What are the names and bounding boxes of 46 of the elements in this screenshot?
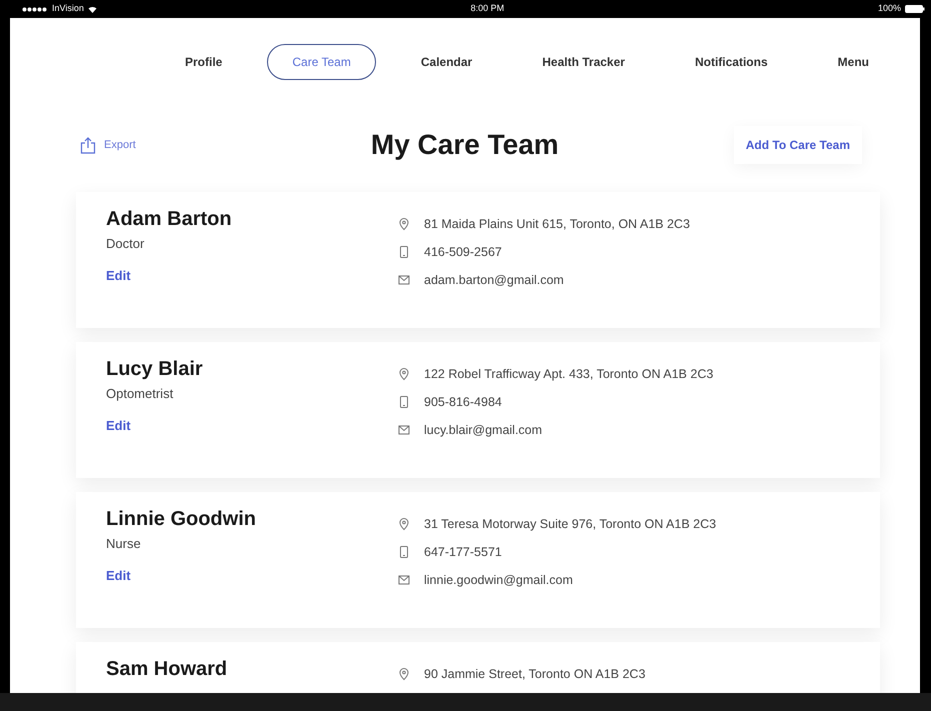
carrier-name: InVision: [52, 2, 84, 16]
contact-phone: 416-509-2567: [424, 244, 502, 261]
nav-tab[interactable]: Calendar: [396, 44, 498, 80]
phone-icon: [398, 395, 410, 409]
contact-name: Adam Barton: [106, 207, 233, 232]
wifi-icon: [88, 6, 97, 12]
contact-name: Sam Howard: [106, 657, 228, 682]
contact-email: lucy.blair@gmail.com: [424, 422, 542, 439]
page-title: My Care Team: [370, 128, 559, 162]
contact-address: 31 Teresa Motorway Suite 976, Toronto ON A1B 2C3: [424, 516, 716, 533]
nav-tab[interactable]: Profile: [160, 44, 248, 80]
clock-time: 8:00 PM: [470, 2, 504, 16]
envelope-icon: [398, 423, 410, 437]
contact-role: Doctor: [106, 235, 146, 253]
share-icon: [80, 136, 96, 154]
contact-name: Lucy Blair: [106, 357, 204, 382]
contact-address: 122 Robel Trafficway Apt. 433, Toronto ON A1B 2C3: [424, 366, 714, 383]
edit-link[interactable]: Edit: [106, 566, 131, 585]
contact-role: Optometrist: [106, 385, 174, 403]
contact-phone: 905-816-4984: [424, 394, 502, 411]
map-pin-icon: [398, 667, 410, 681]
map-pin-icon: [398, 367, 410, 381]
phone-icon: [398, 245, 410, 259]
contact-address: 81 Maida Plains Unit 615, Toronto, ON A1B 2C3: [424, 216, 690, 233]
envelope-icon: [398, 273, 410, 287]
phone-icon: [398, 545, 410, 559]
contact-email: linnie.goodwin@gmail.com: [424, 572, 573, 589]
contact-phone: 647-177-5571: [424, 544, 502, 561]
nav-tab[interactable]: Notifications: [670, 44, 793, 80]
battery-icon: [904, 5, 925, 13]
edit-link[interactable]: Edit: [106, 266, 131, 285]
nav-tab[interactable]: Health Tracker: [517, 44, 650, 80]
contact-address: 90 Jammie Street, Toronto ON A1B 2C3: [424, 666, 646, 683]
nav-tab[interactable]: Care Team: [267, 44, 376, 80]
map-pin-icon: [398, 217, 410, 231]
export-button[interactable]: Export: [80, 136, 136, 154]
nav-tab[interactable]: Menu: [812, 44, 894, 80]
contact-email: adam.barton@gmail.com: [424, 272, 564, 289]
signal-icon: [22, 6, 48, 12]
contact-role: Nurse: [106, 535, 142, 553]
battery-percent: 100%: [878, 2, 901, 16]
contact-name: Linnie Goodwin: [106, 507, 257, 532]
envelope-icon: [398, 573, 410, 587]
map-pin-icon: [398, 517, 410, 531]
edit-link[interactable]: Edit: [106, 416, 131, 435]
add-to-care-team-button[interactable]: Add To Care Team: [734, 126, 862, 164]
